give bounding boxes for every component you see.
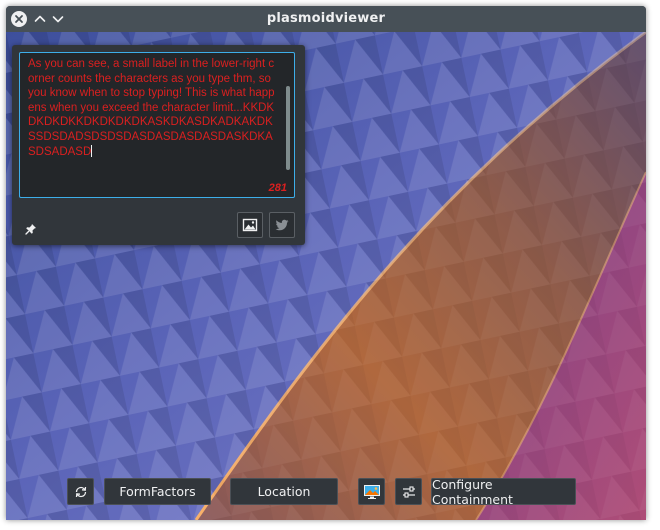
titlebar[interactable]: plasmoidviewer <box>6 6 646 32</box>
wallpaper-button[interactable] <box>358 478 385 505</box>
pin-button[interactable] <box>24 221 38 235</box>
pin-icon <box>25 224 36 235</box>
post-textarea[interactable]: As you can see, a small label in the low… <box>19 52 295 198</box>
image-icon <box>242 218 258 232</box>
refresh-button[interactable] <box>67 478 94 505</box>
post-to-twitter-button[interactable] <box>269 212 295 238</box>
text-caret <box>91 144 93 157</box>
wallpaper-icon <box>363 484 380 499</box>
desktop-containment[interactable]: As you can see, a small label in the low… <box>6 32 646 520</box>
formfactors-button[interactable]: FormFactors <box>104 478 211 505</box>
refresh-icon <box>75 486 86 497</box>
location-button[interactable]: Location <box>230 478 338 505</box>
attach-image-button[interactable] <box>237 212 263 238</box>
post-text: As you can see, a small label in the low… <box>28 58 275 158</box>
microblog-plasmoid: As you can see, a small label in the low… <box>12 45 305 245</box>
twitter-icon <box>275 219 289 231</box>
textarea-scrollbar[interactable] <box>286 86 290 170</box>
configure-containment-button[interactable]: Configure Containment <box>431 477 576 507</box>
window-title: plasmoidviewer <box>266 11 386 26</box>
character-counter: 281 <box>268 182 287 194</box>
plasmoidviewer-window: plasmoidviewer As you can see, a small l… <box>6 6 646 520</box>
configure-icon <box>402 485 415 498</box>
configure-button[interactable] <box>395 478 422 505</box>
